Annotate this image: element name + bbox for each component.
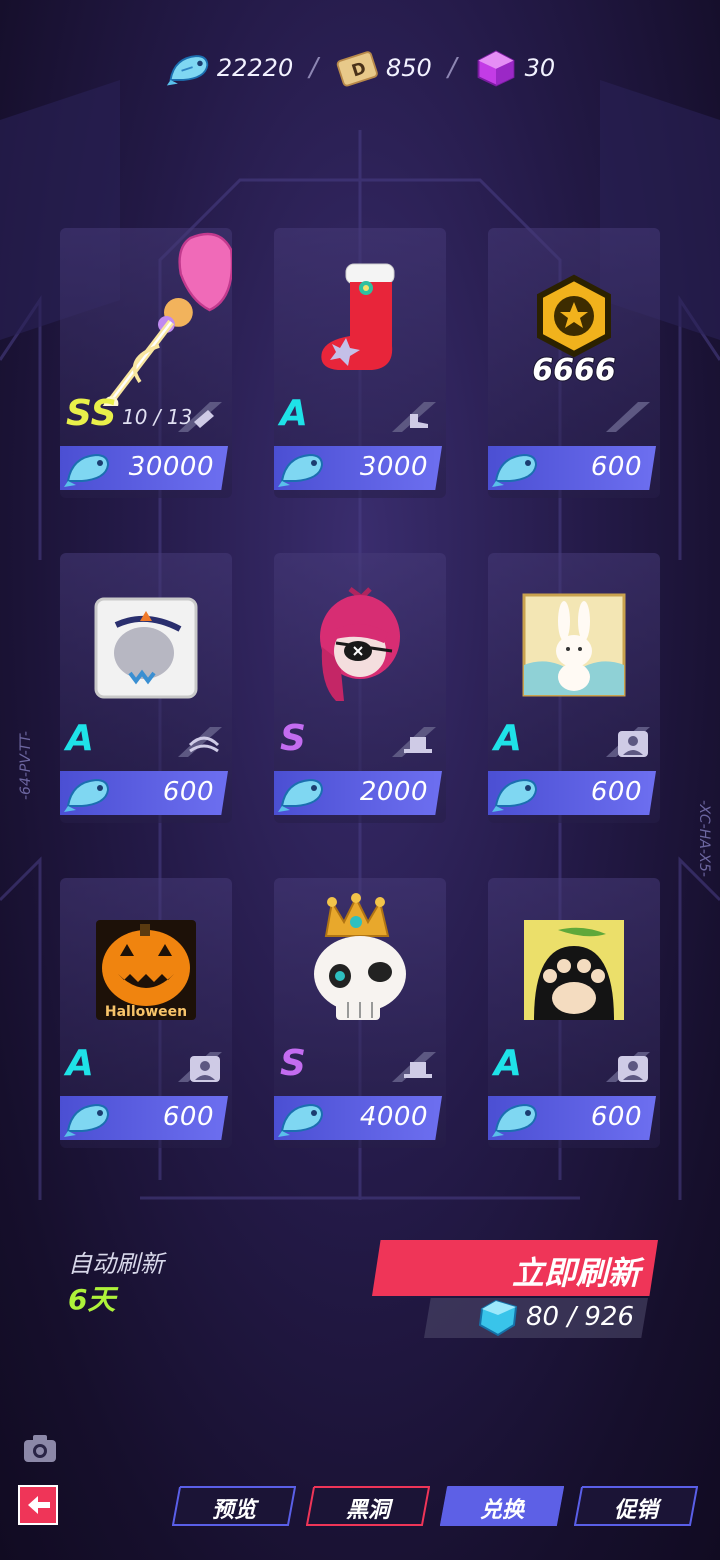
- star-coin-icon: 6666: [510, 256, 638, 389]
- coupon-amount: 850: [386, 54, 432, 82]
- shop-item-a-halloween[interactable]: Halloween A 600: [60, 878, 232, 1148]
- fish-icon: [64, 1103, 110, 1137]
- tab-1[interactable]: 预览: [172, 1486, 296, 1526]
- thumb-label: 6666: [532, 353, 616, 384]
- side-label-right: -XC-HA-X5-: [696, 800, 712, 877]
- grade-label: SS: [66, 393, 117, 434]
- grade-label: A: [66, 718, 94, 759]
- avatar-slot-icon: [178, 1052, 222, 1082]
- refresh-cost: 80 / 926: [424, 1298, 648, 1338]
- fish-icon: [64, 453, 110, 487]
- auto-refresh-label: 自动刷新: [68, 1250, 164, 1278]
- grade-label: A: [280, 393, 308, 434]
- hat-slot-icon: [392, 727, 436, 757]
- item-price: 3000: [359, 452, 428, 482]
- shop-item-a-paw[interactable]: A 600: [488, 878, 660, 1148]
- hat-slot-icon: [392, 1052, 436, 1082]
- shop-item-s-hair[interactable]: S 2000: [274, 553, 446, 823]
- price-button[interactable]: 2000: [274, 771, 442, 815]
- back-button[interactable]: [18, 1485, 58, 1525]
- heart-staff-icon: [82, 232, 232, 406]
- cube-amount: 30: [524, 54, 556, 82]
- price-button[interactable]: 4000: [274, 1096, 442, 1140]
- item-price: 600: [590, 1102, 642, 1132]
- price-button[interactable]: 600: [60, 1096, 228, 1140]
- currency-separator: /: [309, 53, 318, 83]
- grade-label: S: [280, 1043, 306, 1084]
- diamond-icon: [478, 1299, 518, 1337]
- refresh-cost-value: 80 / 926: [526, 1302, 634, 1332]
- camera-icon[interactable]: [22, 1432, 58, 1464]
- item-price: 600: [162, 777, 214, 807]
- eyes-slot-icon: [178, 727, 222, 757]
- shop-item-s-skull[interactable]: S 4000: [274, 878, 446, 1148]
- item-price: 600: [590, 777, 642, 807]
- fish-icon: [278, 453, 324, 487]
- pink-hair-icon: [296, 581, 424, 709]
- tab-label: 黑洞: [345, 1498, 390, 1523]
- tab-label: 促销: [613, 1498, 658, 1523]
- empty-slot: [606, 402, 650, 432]
- shop-item-a-eyes[interactable]: A 600: [60, 553, 232, 823]
- item-price: 30000: [128, 452, 214, 482]
- paw-card-icon: [510, 906, 638, 1034]
- fish-icon: [278, 1103, 324, 1137]
- avatar-slot-icon: [606, 727, 650, 757]
- grade-label: S: [280, 718, 306, 759]
- skull-crown-icon: [296, 893, 424, 1034]
- price-button[interactable]: 30000: [60, 446, 228, 490]
- currency-bar: 22220 / D 850 / 30: [0, 40, 720, 96]
- avatar-slot-icon: [606, 1052, 650, 1082]
- shop-item-a-boot[interactable]: A 3000: [274, 228, 446, 498]
- grade-label: A: [66, 1043, 94, 1084]
- shoe-slot-icon: [392, 402, 436, 432]
- tab-4[interactable]: 促销: [574, 1486, 698, 1526]
- fish-icon: [166, 55, 209, 86]
- eyes-card-icon: [82, 581, 210, 709]
- fish-icon: [492, 1103, 538, 1137]
- currency-separator: /: [447, 53, 457, 83]
- side-label-left: -64-PV-TT-: [18, 731, 34, 800]
- tab-2[interactable]: 黑洞: [306, 1486, 430, 1526]
- rabbit-card-icon: [510, 581, 638, 709]
- price-button[interactable]: 600: [488, 446, 656, 490]
- fish-icon: [278, 778, 324, 812]
- item-price: 600: [162, 1102, 214, 1132]
- grade-label: A: [494, 718, 522, 759]
- shop-item-coin-pack[interactable]: 6666 600: [488, 228, 660, 498]
- back-arrow-icon: [28, 1496, 50, 1514]
- price-button[interactable]: 600: [488, 1096, 656, 1140]
- cube-icon: [477, 50, 514, 87]
- coupon-currency[interactable]: D 850: [334, 48, 432, 88]
- price-button[interactable]: 3000: [274, 446, 442, 490]
- fish-icon: [492, 778, 538, 812]
- refresh-now-label: 立即刷新: [511, 1254, 640, 1292]
- coupon-icon: D: [336, 51, 378, 87]
- red-boot-icon: [296, 256, 424, 384]
- fish-currency[interactable]: 22220: [165, 48, 293, 88]
- price-button[interactable]: 600: [488, 771, 656, 815]
- cube-currency[interactable]: 30: [473, 48, 556, 88]
- refresh-now-button[interactable]: 立即刷新: [372, 1240, 658, 1296]
- tab-label: 兑换: [479, 1498, 524, 1523]
- item-price: 600: [590, 452, 642, 482]
- grade-label: A: [494, 1043, 522, 1084]
- auto-refresh-days: 6天: [68, 1283, 116, 1316]
- fish-amount: 22220: [216, 54, 294, 82]
- thumb-label: Halloween: [105, 1004, 187, 1020]
- price-button[interactable]: 600: [60, 771, 228, 815]
- item-price: 4000: [359, 1102, 428, 1132]
- shop-item-a-rabbit[interactable]: A 600: [488, 553, 660, 823]
- tab-label: 预览: [211, 1498, 256, 1523]
- tab-3[interactable]: 兑换: [440, 1486, 564, 1526]
- fish-icon: [64, 778, 110, 812]
- weapon-slot-icon: [178, 402, 222, 432]
- pumpkin-card-icon: Halloween: [82, 906, 210, 1034]
- shop-item-ss-staff[interactable]: SS 10 / 13 30000: [60, 228, 232, 498]
- fish-icon: [492, 453, 538, 487]
- item-price: 2000: [359, 777, 428, 807]
